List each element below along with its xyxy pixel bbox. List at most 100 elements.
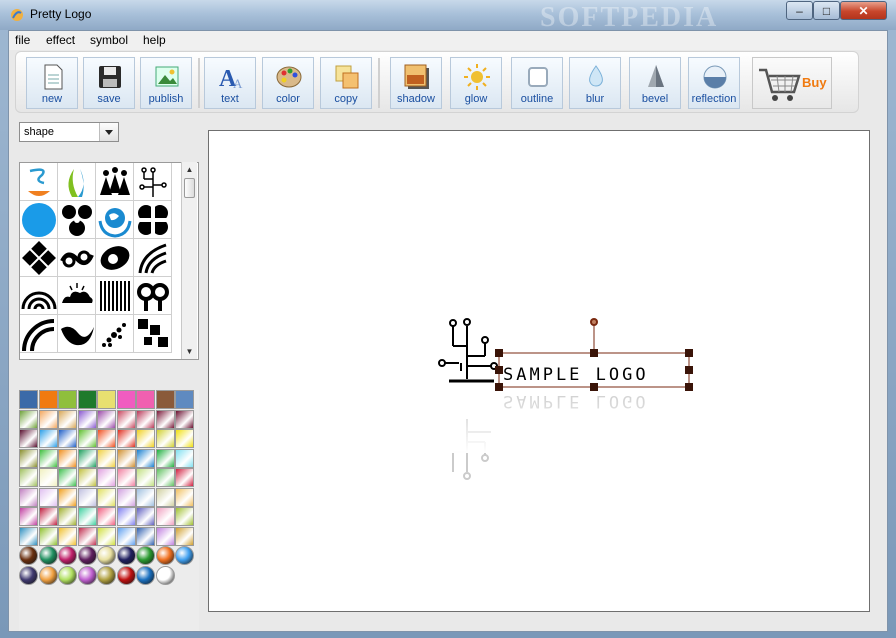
color-swatch[interactable] xyxy=(116,429,136,448)
shape-tile[interactable] xyxy=(58,163,96,201)
color-swatch[interactable] xyxy=(58,429,77,448)
shape-tile[interactable] xyxy=(96,239,134,277)
color-swatch[interactable] xyxy=(155,507,175,526)
shape-tile[interactable] xyxy=(20,201,58,239)
color-swatch[interactable] xyxy=(38,565,58,585)
color-swatch[interactable] xyxy=(58,565,77,585)
close-button[interactable]: ✕ xyxy=(840,1,887,20)
shape-tile[interactable] xyxy=(96,315,134,353)
color-swatch[interactable] xyxy=(77,546,97,565)
color-swatch[interactable] xyxy=(136,565,155,585)
shape-tile[interactable] xyxy=(96,201,134,239)
scroll-up-icon[interactable]: ▲ xyxy=(183,163,196,176)
color-swatch[interactable] xyxy=(58,546,77,565)
color-swatch[interactable] xyxy=(77,429,97,448)
minimize-button[interactable]: – xyxy=(786,1,813,20)
color-swatch[interactable] xyxy=(77,409,97,429)
shadow-button[interactable]: shadow xyxy=(390,57,442,109)
logo-artwork[interactable]: SAMPLE LOGO SAMPLE LOGO xyxy=(209,131,869,611)
maximize-button[interactable]: □ xyxy=(813,1,840,20)
save-button[interactable]: save xyxy=(83,57,135,109)
menu-help[interactable]: help xyxy=(143,33,166,47)
color-swatch[interactable] xyxy=(77,468,97,487)
color-swatch[interactable] xyxy=(38,448,58,468)
shape-tile[interactable] xyxy=(58,239,96,277)
color-swatch[interactable] xyxy=(116,526,136,546)
title-bar[interactable]: Pretty Logo SOFTPEDIA – □ ✕ xyxy=(0,0,896,33)
shape-tile[interactable] xyxy=(58,201,96,239)
shape-tile[interactable] xyxy=(58,277,96,315)
color-swatch[interactable] xyxy=(175,526,194,546)
shape-tile[interactable] xyxy=(134,315,172,353)
color-swatch[interactable] xyxy=(155,468,175,487)
circuit-tree-logo[interactable] xyxy=(438,318,498,383)
outline-button[interactable]: outline xyxy=(511,57,563,109)
color-swatch[interactable] xyxy=(116,448,136,468)
shape-tile[interactable] xyxy=(96,277,134,315)
color-swatch[interactable] xyxy=(116,507,136,526)
color-swatch[interactable] xyxy=(97,468,116,487)
color-swatch[interactable] xyxy=(58,487,77,507)
color-swatch[interactable] xyxy=(116,565,136,585)
color-swatch[interactable] xyxy=(58,507,77,526)
color-swatch[interactable] xyxy=(19,409,38,429)
color-swatch[interactable] xyxy=(116,390,136,409)
color-swatch[interactable] xyxy=(38,526,58,546)
color-swatch[interactable] xyxy=(175,409,194,429)
color-swatch[interactable] xyxy=(97,409,116,429)
color-swatch[interactable] xyxy=(19,468,38,487)
color-swatch[interactable] xyxy=(136,526,155,546)
color-swatch[interactable] xyxy=(97,390,116,409)
color-swatch[interactable] xyxy=(116,409,136,429)
color-swatch[interactable] xyxy=(77,448,97,468)
color-swatch[interactable] xyxy=(58,468,77,487)
menu-symbol[interactable]: symbol xyxy=(90,33,128,47)
shape-tile[interactable] xyxy=(96,163,134,201)
color-swatch[interactable] xyxy=(38,487,58,507)
color-swatch[interactable] xyxy=(38,507,58,526)
color-swatch[interactable] xyxy=(77,487,97,507)
color-button[interactable]: color xyxy=(262,57,314,109)
shape-scrollbar[interactable]: ▲ ▼ xyxy=(181,162,197,359)
menu-effect[interactable]: effect xyxy=(46,33,75,47)
color-swatch[interactable] xyxy=(175,468,194,487)
color-swatch[interactable] xyxy=(136,507,155,526)
color-swatch[interactable] xyxy=(19,565,38,585)
blur-button[interactable]: blur xyxy=(569,57,621,109)
menu-file[interactable]: file xyxy=(15,33,30,47)
buy-button[interactable]: Buy xyxy=(752,57,832,109)
color-swatch[interactable] xyxy=(136,448,155,468)
color-swatch[interactable] xyxy=(136,468,155,487)
color-swatch[interactable] xyxy=(175,487,194,507)
shape-tile[interactable] xyxy=(134,277,172,315)
color-swatch[interactable] xyxy=(97,448,116,468)
color-swatch[interactable] xyxy=(38,429,58,448)
color-swatch[interactable] xyxy=(58,409,77,429)
color-swatch[interactable] xyxy=(97,546,116,565)
color-swatch[interactable] xyxy=(155,409,175,429)
color-swatch[interactable] xyxy=(97,487,116,507)
color-swatch[interactable] xyxy=(175,448,194,468)
color-swatch[interactable] xyxy=(77,526,97,546)
color-swatch[interactable] xyxy=(175,429,194,448)
color-swatch[interactable] xyxy=(97,526,116,546)
shape-tile[interactable] xyxy=(134,201,172,239)
scroll-thumb[interactable] xyxy=(184,178,195,198)
scroll-down-icon[interactable]: ▼ xyxy=(183,345,196,358)
color-swatch[interactable] xyxy=(136,546,155,565)
color-swatch[interactable] xyxy=(58,390,77,409)
color-swatch[interactable] xyxy=(136,487,155,507)
bevel-button[interactable]: bevel xyxy=(629,57,681,109)
shape-tile[interactable] xyxy=(20,239,58,277)
color-swatch[interactable] xyxy=(155,526,175,546)
design-canvas[interactable]: SAMPLE LOGO SAMPLE LOGO xyxy=(208,130,870,612)
copy-button[interactable]: copy xyxy=(320,57,372,109)
publish-button[interactable]: publish xyxy=(140,57,192,109)
color-swatch[interactable] xyxy=(155,565,175,585)
color-swatch[interactable] xyxy=(77,390,97,409)
color-swatch[interactable] xyxy=(116,468,136,487)
color-swatch[interactable] xyxy=(58,448,77,468)
color-swatch[interactable] xyxy=(19,390,38,409)
color-swatch[interactable] xyxy=(155,448,175,468)
color-swatch[interactable] xyxy=(19,507,38,526)
